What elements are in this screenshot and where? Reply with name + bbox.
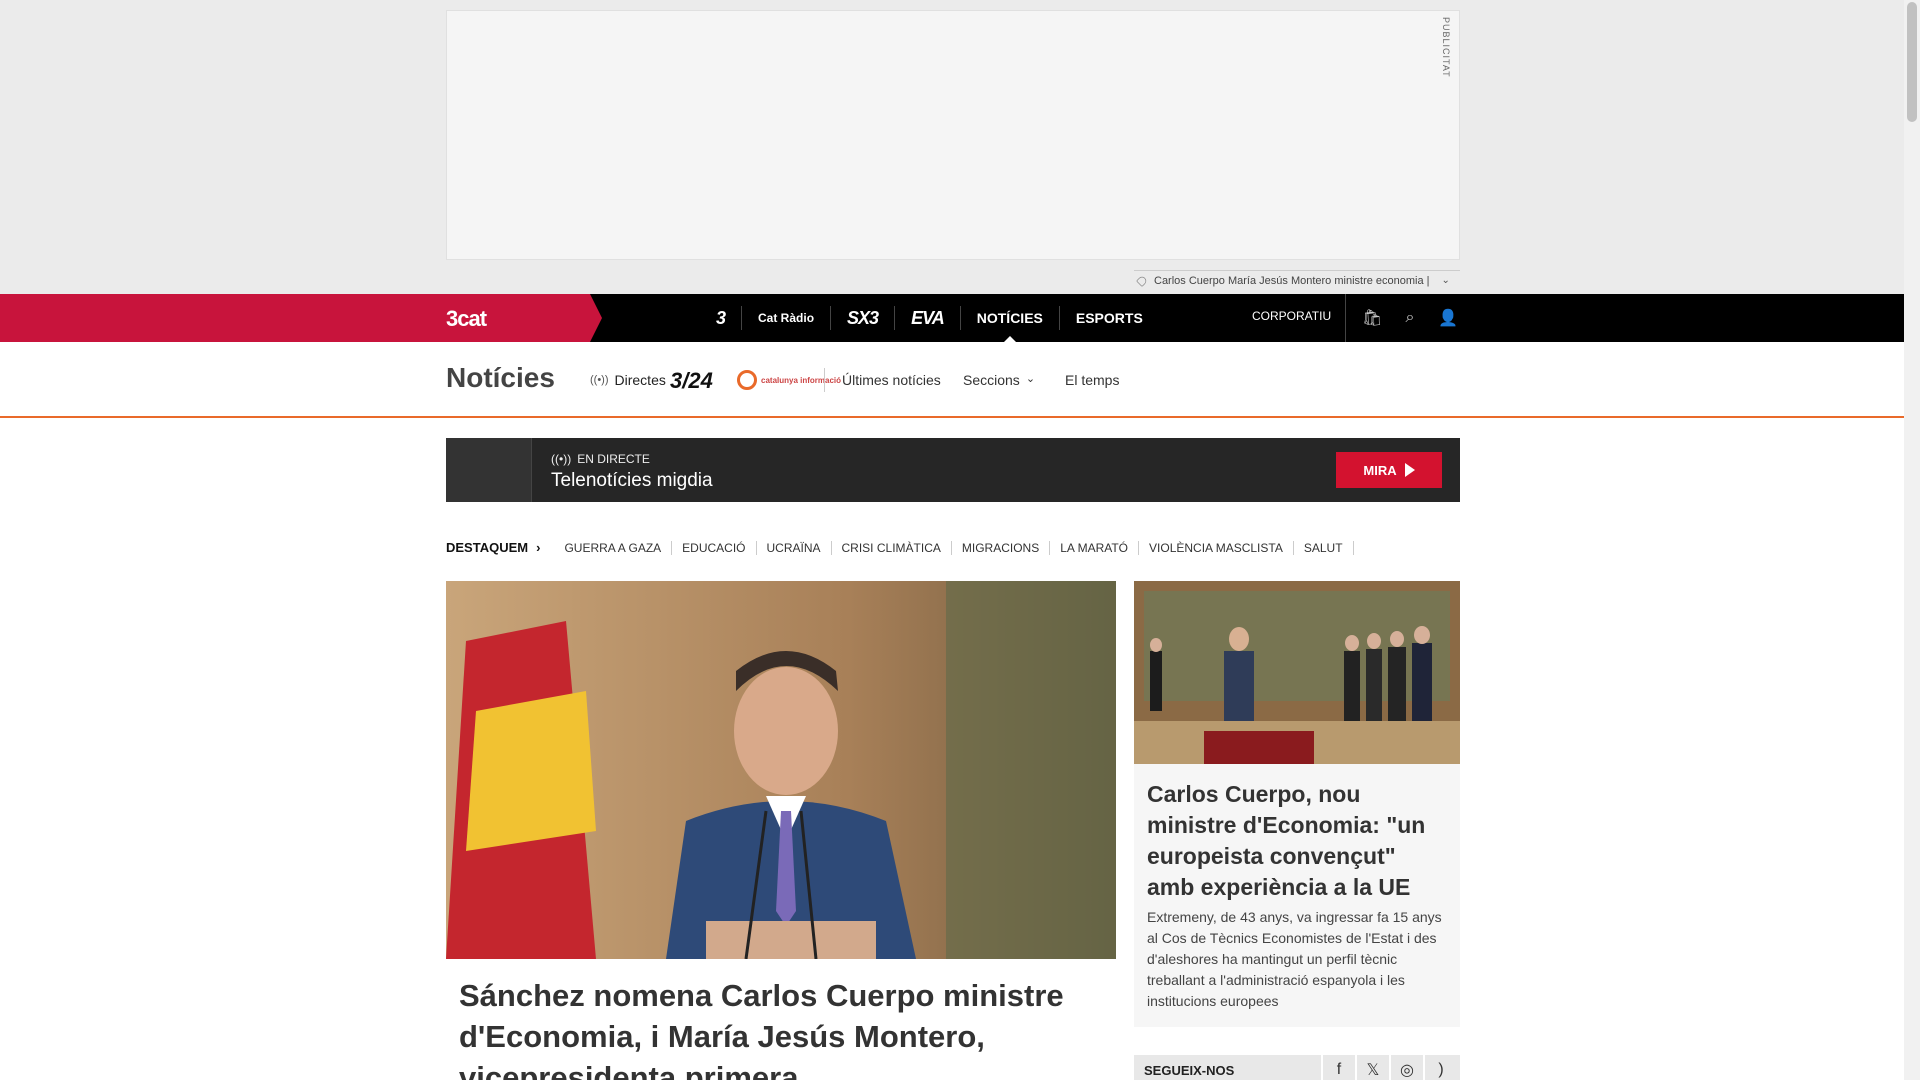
eva-logo[interactable]: EVA bbox=[895, 306, 961, 330]
side-story-summary: Extremeny, de 43 anys, va ingressar fa 1… bbox=[1147, 909, 1442, 1009]
highlight-salut[interactable]: SALUT bbox=[1294, 540, 1354, 555]
tv3-logo[interactable]: 3 bbox=[700, 306, 743, 330]
page-title[interactable]: Notícies bbox=[446, 362, 555, 394]
highlights-bar: DESTAQUEM › GUERRA A GAZA EDUCACIÓ UCRAÏ… bbox=[446, 540, 1354, 555]
main-story-title[interactable]: Sánchez nomena Carlos Cuerpo ministre d'… bbox=[459, 975, 1099, 1080]
highlight-gaza[interactable]: GUERRA A GAZA bbox=[554, 540, 673, 555]
ci-logo-text: catalunya informació bbox=[761, 375, 842, 385]
instagram-icon[interactable]: ◎ bbox=[1389, 1055, 1423, 1080]
highlight-educacio[interactable]: EDUCACIÓ bbox=[672, 540, 757, 555]
channel-list: 3 Cat Ràdio SX3 EVA NOTÍCIES ESPORTS bbox=[700, 294, 1159, 342]
watch-button[interactable]: MIRA bbox=[1336, 452, 1442, 488]
tag-strip[interactable]: Carlos Cuerpo María Jesús Montero minist… bbox=[1134, 270, 1460, 290]
el-temps-link[interactable]: El temps bbox=[1065, 372, 1119, 388]
scrollbar-thumb[interactable] bbox=[1907, 2, 1917, 122]
utility-icons: 🛍 ⌕ 👤 bbox=[1345, 294, 1458, 342]
side-story-title[interactable]: Carlos Cuerpo, nou ministre d'Economia: … bbox=[1147, 779, 1447, 903]
shopping-bag-icon[interactable]: 🛍 bbox=[1362, 308, 1382, 328]
highlight-la-marato[interactable]: LA MARATÓ bbox=[1050, 540, 1140, 555]
highlights-title[interactable]: DESTAQUEM › bbox=[446, 540, 540, 555]
watch-label: MIRA bbox=[1363, 462, 1397, 478]
tag-list[interactable]: Carlos Cuerpo María Jesús Montero minist… bbox=[1154, 275, 1430, 287]
brand-block bbox=[0, 294, 602, 342]
play-icon bbox=[1404, 463, 1415, 477]
live-thumbnail[interactable] bbox=[446, 438, 532, 502]
section-navigation: Notícies ((•)) Directes 3/24 catalunya i… bbox=[0, 342, 1904, 418]
side-story-image[interactable] bbox=[1134, 581, 1460, 764]
search-icon[interactable]: ⌕ bbox=[1400, 309, 1420, 327]
seccions-dropdown[interactable]: Seccions ⌄ bbox=[963, 372, 1035, 388]
3cat-logo[interactable]: 3cat bbox=[446, 306, 487, 332]
rss-icon[interactable]: ) bbox=[1423, 1055, 1457, 1080]
corporatiu-link[interactable]: CORPORATIU bbox=[1252, 309, 1331, 323]
x-icon[interactable]: 𝕏 bbox=[1355, 1055, 1389, 1080]
facebook-icon[interactable]: f bbox=[1321, 1055, 1355, 1080]
nav-esports[interactable]: ESPORTS bbox=[1060, 306, 1159, 330]
social-links: f 𝕏 ◎ ) bbox=[1321, 1055, 1457, 1080]
ad-slot[interactable]: PUBLICITAT bbox=[446, 10, 1460, 260]
ad-label: PUBLICITAT bbox=[1441, 17, 1451, 78]
ad-area: PUBLICITAT Carlos Cuerpo María Jesús Mon… bbox=[0, 0, 1904, 294]
324-logo-text: 3/24 bbox=[670, 368, 713, 393]
highlights-title-text: DESTAQUEM bbox=[446, 540, 529, 555]
divider bbox=[824, 368, 825, 392]
catradio-logo[interactable]: Cat Ràdio bbox=[742, 306, 832, 330]
directes-label: Directes bbox=[614, 372, 666, 388]
user-icon[interactable]: 👤 bbox=[1438, 308, 1458, 328]
main-story-image[interactable] bbox=[446, 581, 1116, 959]
live-banner[interactable]: ((•)) EN DIRECTE Telenotícies migdia MIR… bbox=[446, 438, 1460, 502]
chevron-down-icon[interactable]: ⌄ bbox=[1442, 275, 1450, 286]
seccions-label: Seccions bbox=[963, 372, 1020, 388]
ci-ring-icon bbox=[737, 370, 757, 390]
live-label: EN DIRECTE bbox=[577, 452, 650, 466]
highlight-ucraina[interactable]: UCRAÏNA bbox=[757, 540, 832, 555]
sx3-logo[interactable]: SX3 bbox=[831, 306, 896, 330]
highlight-migracions[interactable]: MIGRACIONS bbox=[952, 540, 1051, 555]
follow-us-bar: SEGUEIX-NOS f 𝕏 ◎ ) bbox=[1134, 1055, 1460, 1080]
broadcast-icon: ((•)) bbox=[590, 374, 609, 386]
highlight-violencia-masclista[interactable]: VIOLÈNCIA MASCLISTA bbox=[1139, 540, 1294, 555]
top-navigation: 3cat 3 Cat Ràdio SX3 EVA NOTÍCIES ESPORT… bbox=[0, 294, 1904, 342]
live-indicator: ((•)) EN DIRECTE bbox=[551, 452, 650, 466]
directes-link[interactable]: ((•)) Directes bbox=[590, 372, 666, 388]
chevron-down-icon: ⌄ bbox=[1025, 373, 1036, 385]
nav-noticies[interactable]: NOTÍCIES bbox=[961, 306, 1060, 342]
chevron-right-icon: › bbox=[536, 540, 541, 555]
324-logo[interactable]: 3/24 bbox=[670, 368, 713, 394]
live-title[interactable]: Telenotícies migdia bbox=[551, 470, 713, 492]
scrollbar[interactable] bbox=[1904, 0, 1920, 1080]
broadcast-icon: ((•)) bbox=[551, 452, 572, 466]
tag-icon bbox=[1136, 274, 1148, 287]
ultimes-noticies-link[interactable]: Últimes notícies bbox=[842, 372, 941, 388]
side-story-card[interactable]: Carlos Cuerpo, nou ministre d'Economia: … bbox=[1134, 581, 1460, 1027]
highlight-crisi-climatica[interactable]: CRISI CLIMÀTICA bbox=[832, 540, 952, 555]
follow-us-label: SEGUEIX-NOS bbox=[1144, 1063, 1235, 1078]
catalunya-informacio-logo[interactable]: catalunya informació bbox=[737, 370, 841, 390]
